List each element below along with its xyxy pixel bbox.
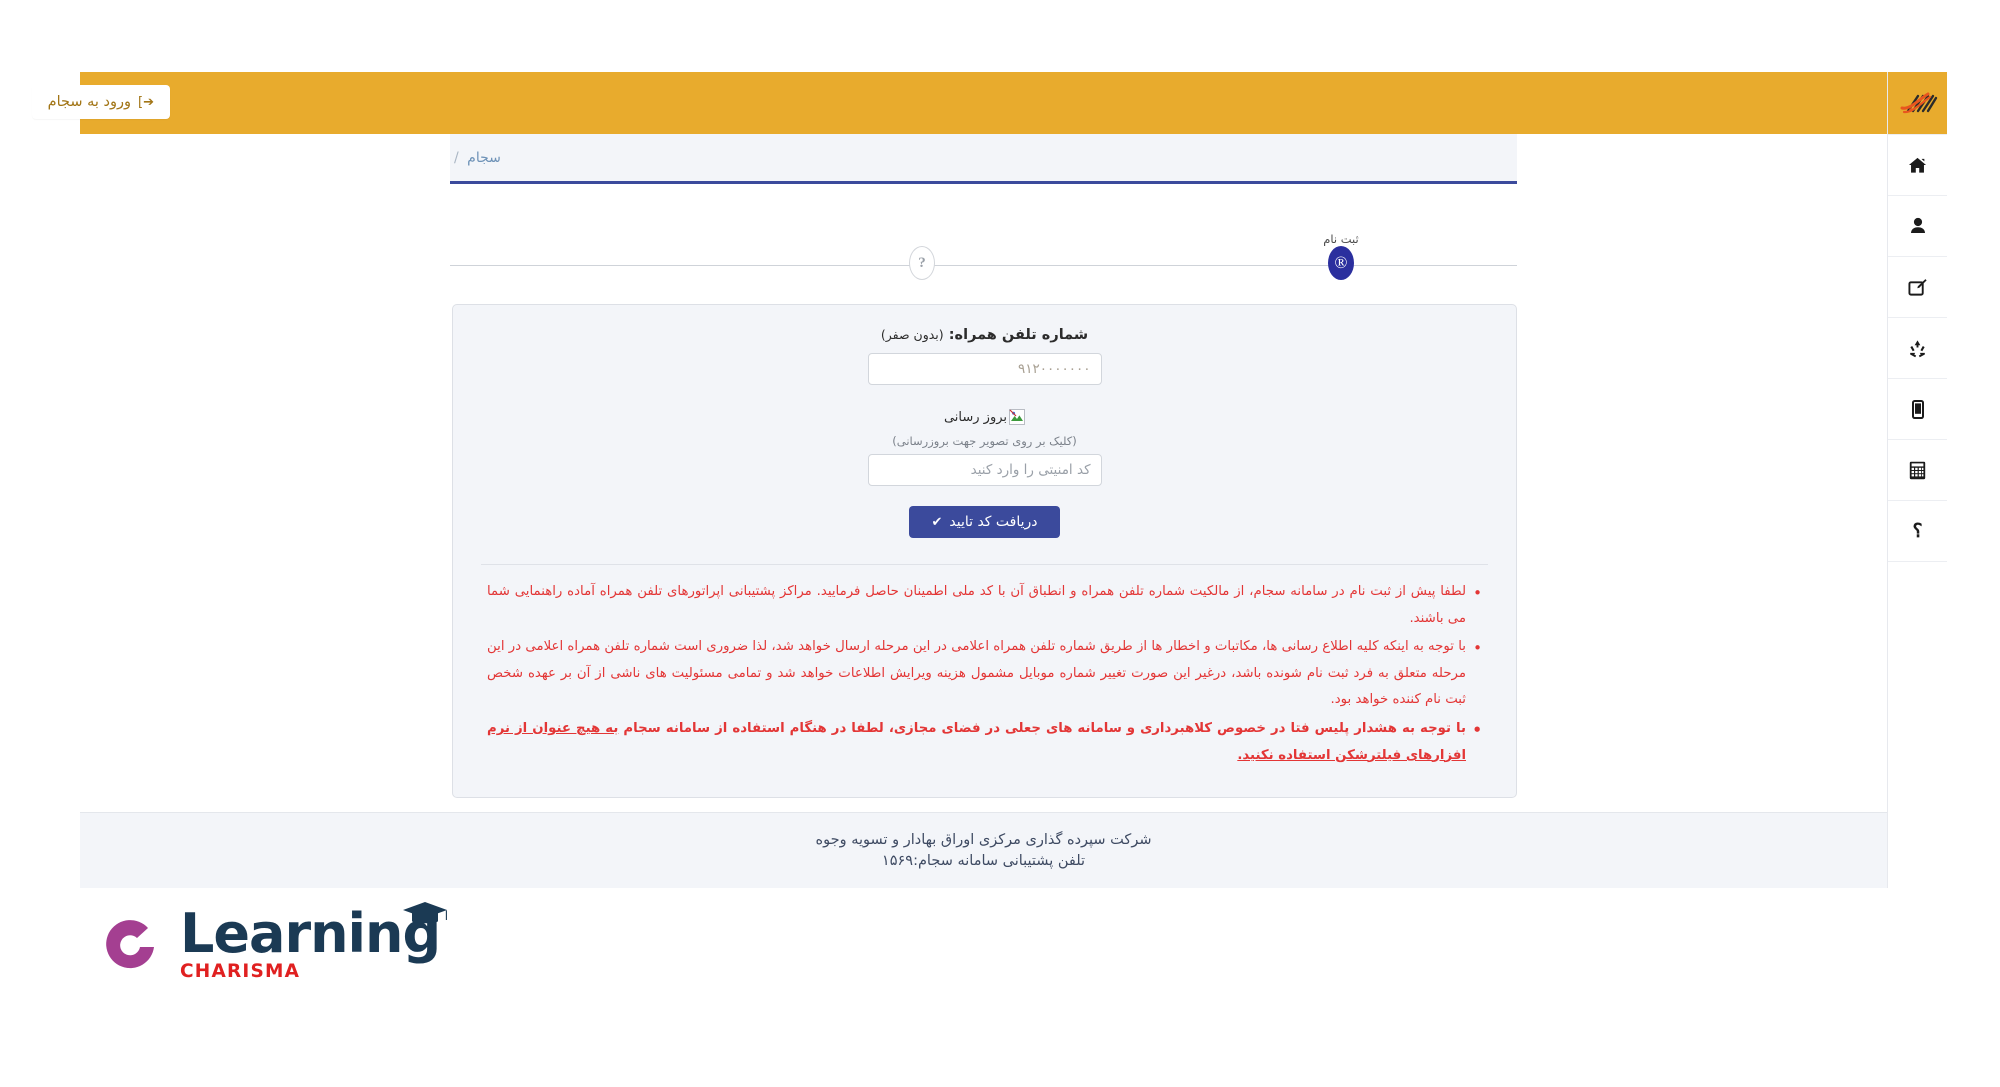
- sidebar-item-home[interactable]: [1888, 134, 1947, 196]
- question-mark-icon: ؟: [1912, 520, 1923, 542]
- sign-in-icon: ➔]: [138, 94, 154, 110]
- sidebar-item-edit[interactable]: [1888, 257, 1947, 318]
- check-icon: ✔: [931, 514, 943, 530]
- phone-field-block: شماره تلفن همراه: (بدون صفر): [453, 327, 1516, 385]
- csdi-logo-icon: [1900, 92, 1937, 114]
- registration-panel: شماره تلفن همراه: (بدون صفر) ۹۱۲۰۰۰۰۰۰۰ …: [452, 304, 1517, 799]
- brand-word: Learning: [180, 902, 441, 965]
- captcha-refresh-label: بروز رسانی: [943, 409, 1008, 425]
- brand-text: Learning CHARISMA: [180, 902, 448, 982]
- captcha-refresh-image[interactable]: بروز رسانی: [943, 409, 1026, 425]
- note-item: با توجه به هشدار پلیس فتا در خصوص کلاهبر…: [487, 715, 1482, 769]
- top-bar: ➔] ورود به سجام: [31, 72, 1887, 134]
- note-item: با توجه به اینکه کلیه اطلاع رسانی ها، مک…: [487, 633, 1482, 714]
- breadcrumb-bar: سجام /: [450, 134, 1517, 184]
- step-unknown[interactable]: ?: [902, 246, 942, 280]
- sidebar-item-help[interactable]: ؟: [1888, 501, 1947, 562]
- breadcrumb-separator: /: [454, 149, 459, 166]
- sidebar-item-calculator[interactable]: [1888, 440, 1947, 501]
- footer-company: شرکت سپرده گذاری مرکزی اوراق بهادار و تس…: [815, 832, 1152, 848]
- login-button[interactable]: ➔] ورود به سجام: [31, 85, 170, 119]
- login-button-label: ورود به سجام: [47, 94, 132, 110]
- brand-logo: Learning CHARISMA: [96, 902, 448, 982]
- sidebar-rail: ؟: [1887, 72, 1947, 888]
- submit-button-label: دریافت کد تایید: [949, 514, 1038, 530]
- mobile-icon: [1911, 399, 1924, 419]
- page-footer: شرکت سپرده گذاری مرکزی اوراق بهادار و تس…: [80, 812, 1887, 888]
- captcha-block: بروز رسانی (کلیک بر روی تصویر جهت بروزرس…: [453, 409, 1516, 486]
- user-icon: [1910, 217, 1925, 233]
- note-text: با توجه به اینکه کلیه اطلاع رسانی ها، مک…: [487, 639, 1466, 708]
- registration-stepper: ? ثبت نام ®: [450, 216, 1517, 288]
- notes-list: لطفا پیش از ثبت نام در سامانه سجام، از م…: [487, 578, 1482, 769]
- captcha-input-wrap: [453, 454, 1516, 486]
- app-frame: ➔] ورود به سجام ؟ سجام / ? ثبت نام ® شما…: [31, 72, 1947, 888]
- sidebar-logo[interactable]: [1888, 72, 1947, 134]
- step-unknown-dot: ?: [909, 246, 935, 280]
- graduation-cap-icon: [403, 902, 448, 924]
- request-verification-code-button[interactable]: دریافت کد تایید ✔: [909, 506, 1060, 538]
- step-register-dot: ®: [1328, 246, 1354, 280]
- calculator-icon: [1909, 461, 1926, 479]
- phone-input[interactable]: [867, 353, 1102, 385]
- c-arc-icon: [106, 920, 154, 969]
- broken-image-icon: [1009, 409, 1026, 425]
- note-text-prefix: با توجه به هشدار پلیس فتا در خصوص کلاهبر…: [618, 720, 1466, 736]
- breadcrumb: سجام /: [450, 150, 501, 166]
- sidebar-item-recycle[interactable]: [1888, 318, 1947, 379]
- home-icon: [1908, 157, 1927, 173]
- phone-label-hint: (بدون صفر): [880, 327, 944, 342]
- phone-label-main: شماره تلفن همراه:: [948, 327, 1089, 343]
- submit-wrap: دریافت کد تایید ✔: [453, 506, 1516, 538]
- recycle-icon: [1910, 339, 1925, 357]
- sidebar-item-mobile[interactable]: [1888, 379, 1947, 440]
- note-item: لطفا پیش از ثبت نام در سامانه سجام، از م…: [487, 578, 1482, 632]
- page-root: ➔] ورود به سجام ؟ سجام / ? ثبت نام ® شما…: [0, 0, 2000, 1087]
- footer-support-phone: تلفن پشتیبانی سامانه سجام:۱۵۶۹: [881, 853, 1086, 869]
- edit-square-icon: [1908, 278, 1927, 296]
- phone-label: شماره تلفن همراه: (بدون صفر): [453, 327, 1516, 343]
- captcha-hint: (کلیک بر روی تصویر جهت بروزرسانی): [892, 434, 1077, 448]
- note-text: لطفا پیش از ثبت نام در سامانه سجام، از م…: [487, 584, 1466, 626]
- sidebar-items: ؟: [1888, 134, 1947, 562]
- step-register[interactable]: ثبت نام ®: [1321, 232, 1361, 280]
- main-content: سجام / ? ثبت نام ® شماره تلفن همراه: (بد…: [450, 134, 1517, 799]
- breadcrumb-current[interactable]: سجام: [467, 150, 501, 166]
- step-register-label: ثبت نام: [1323, 232, 1359, 246]
- panel-divider: [481, 564, 1488, 565]
- captcha-input[interactable]: [867, 454, 1102, 486]
- sidebar-item-profile[interactable]: [1888, 196, 1947, 257]
